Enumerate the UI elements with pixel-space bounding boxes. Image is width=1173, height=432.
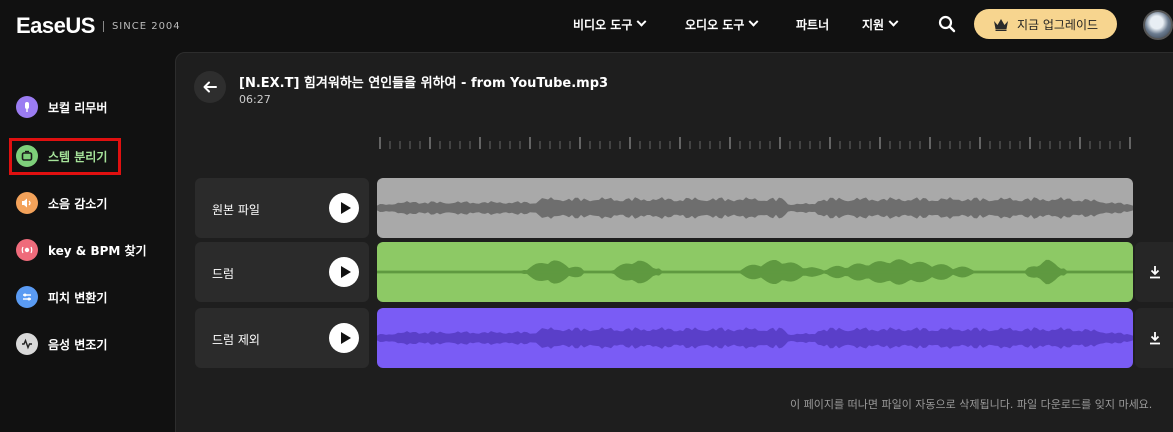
stem-icon: [16, 145, 38, 167]
sidebar-item-label: 소음 감소기: [48, 196, 108, 211]
download-icon: [1150, 332, 1160, 345]
waveform-shape: [377, 197, 1133, 219]
avatar[interactable]: [1143, 10, 1173, 40]
pitch-icon: [16, 286, 38, 308]
chevron-down-icon: [888, 16, 899, 27]
noise-icon: [16, 192, 38, 214]
sidebar-item-key-bpm-finder[interactable]: key & BPM 찾기: [16, 239, 147, 261]
track-name: 원본 파일: [212, 203, 260, 217]
nav-support[interactable]: 지원: [862, 16, 899, 33]
arrow-left-icon: [203, 81, 217, 93]
track-drums: 드럼: [195, 242, 369, 302]
auto-delete-notice: 이 페이지를 떠나면 파일이 자동으로 삭제됩니다. 파일 다운로드를 잊지 마…: [790, 398, 1153, 411]
file-title: [N.EX.T] 힘겨워하는 연인들을 위하여 - from YouTube.m…: [239, 76, 609, 91]
waveform-no-drums[interactable]: [377, 308, 1133, 368]
easeus-logo[interactable]: EaseUS SINCE 2004: [16, 13, 181, 39]
search-icon[interactable]: [938, 15, 956, 33]
sidebar-item-label: 피치 변환기: [48, 290, 108, 305]
logo-text: EaseUS: [16, 13, 95, 38]
play-button[interactable]: [329, 257, 359, 287]
download-button[interactable]: [1135, 308, 1173, 368]
upgrade-label: 지금 업그레이드: [1016, 17, 1099, 32]
sidebar-item-voice-changer[interactable]: 음성 변조기: [16, 333, 107, 355]
voice-icon: [16, 333, 38, 355]
nav-audio-tools[interactable]: 오디오 도구: [685, 16, 759, 33]
top-navigation: EaseUS SINCE 2004 비디오 도구 오디오 도구 파트너 지원 지…: [0, 0, 1173, 50]
nav-video-tools[interactable]: 비디오 도구: [573, 16, 647, 33]
key-bpm-icon: [16, 239, 38, 261]
sidebar-item-label: 음성 변조기: [48, 337, 108, 352]
track-name: 드럼 제외: [212, 333, 260, 347]
sidebar-item-noise-reducer[interactable]: 소음 감소기: [16, 192, 107, 214]
track-name: 드럼: [212, 267, 235, 281]
file-duration: 06:27: [239, 93, 271, 106]
timeline-ruler: [379, 137, 1131, 149]
mic-icon: [16, 96, 38, 118]
sidebar-item-pitch-changer[interactable]: 피치 변환기: [16, 286, 107, 308]
chevron-down-icon: [636, 16, 647, 27]
play-button[interactable]: [329, 193, 359, 223]
sidebar-item-label: key & BPM 찾기: [48, 243, 147, 258]
waveform-original[interactable]: [377, 178, 1133, 238]
sidebar-item-label: 보컬 리무버: [48, 100, 108, 115]
chevron-down-icon: [748, 16, 759, 27]
nav-label: 오디오 도구: [685, 18, 745, 32]
track-original: 원본 파일: [195, 178, 369, 238]
waveform-shape: [377, 327, 1133, 349]
sidebar-item-label: 스템 분리기: [48, 149, 108, 164]
back-button[interactable]: [194, 71, 226, 103]
download-button[interactable]: [1135, 242, 1173, 302]
nav-label: 파트너: [796, 18, 830, 32]
track-no-drums: 드럼 제외: [195, 308, 369, 368]
nav-partner[interactable]: 파트너: [796, 16, 829, 33]
logo-since: SINCE 2004: [102, 20, 181, 32]
crown-icon: [993, 18, 1008, 31]
download-icon: [1150, 266, 1160, 279]
sidebar-item-vocal-remover[interactable]: 보컬 리무버: [16, 96, 107, 118]
sidebar-item-stem-splitter[interactable]: 스템 분리기: [16, 145, 107, 167]
waveform-drums[interactable]: [377, 242, 1133, 302]
nav-label: 지원: [862, 18, 885, 32]
upgrade-button[interactable]: 지금 업그레이드: [974, 9, 1117, 39]
play-button[interactable]: [329, 323, 359, 353]
nav-label: 비디오 도구: [573, 18, 633, 32]
